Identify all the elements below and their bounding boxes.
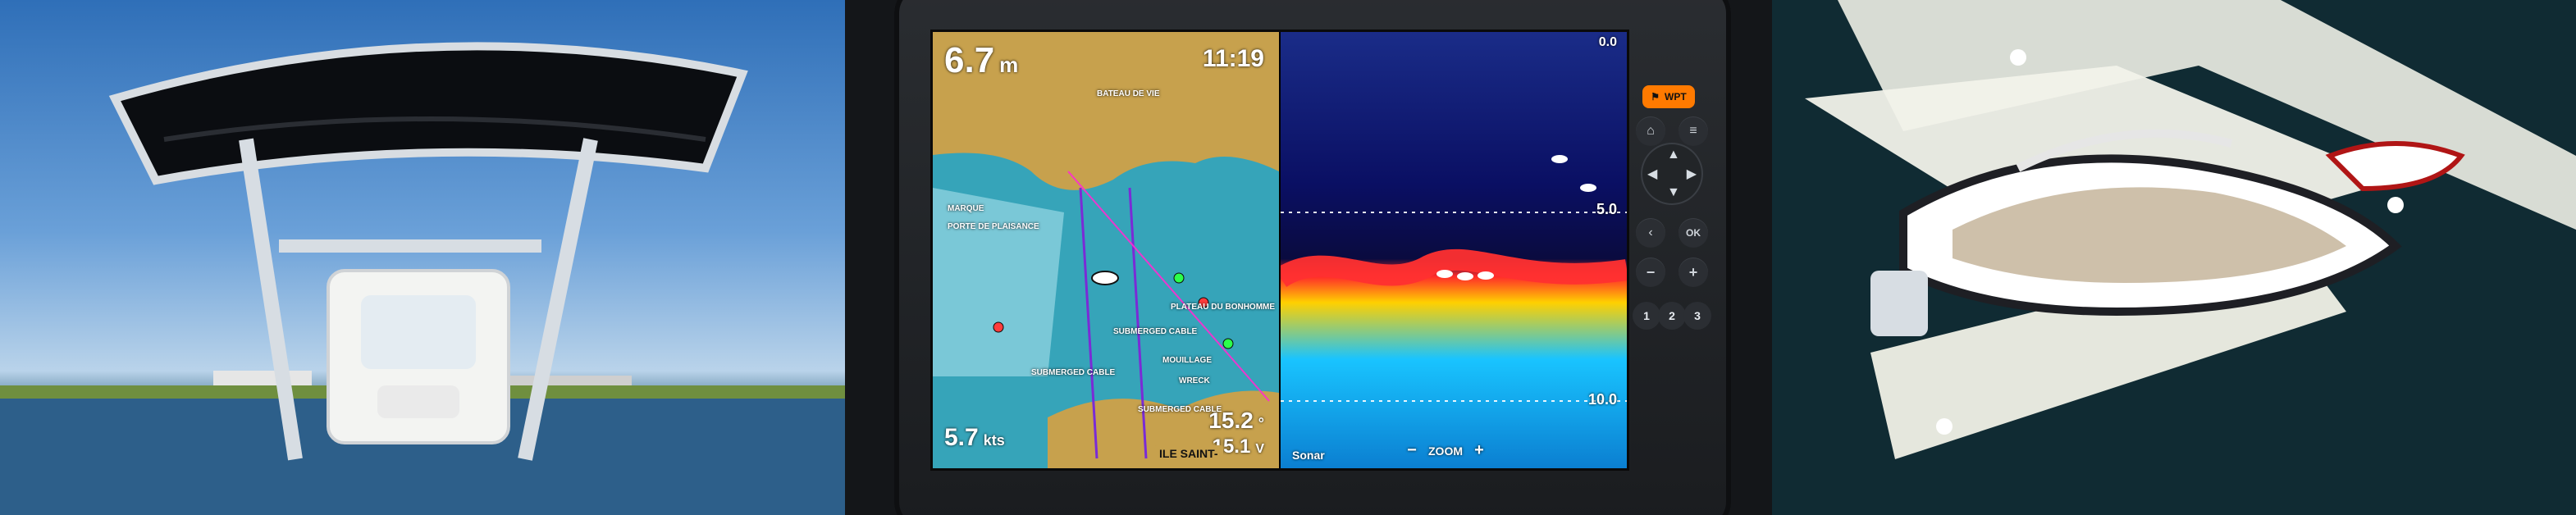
number-button-2[interactable]: 2 [1658,302,1686,330]
home-button[interactable]: ⌂ [1636,116,1665,146]
map-label: SUBMERGED CABLE [1031,368,1116,377]
plus-label: + [1688,263,1698,280]
sonar-pane: 0.0 5.0 10.0 Sonar − ZOOM + [1281,32,1627,468]
zoom-controls: − ZOOM + [1404,441,1487,460]
speed-readout: 5.7 kts [944,424,1005,452]
right-arrow-icon: ▶ [1686,167,1697,181]
map-label: PORTE DE PLAISANCE [948,222,1039,231]
dock-illustration [1772,0,2576,515]
t-top-canopy [108,42,748,185]
multifunction-display-photo: 6.7 m 11:19 5.7 kts 15.2 ° 15.1 V ILE SAINT-… [845,0,1772,515]
menu-icon: ≡ [1689,124,1697,138]
number-button-1[interactable]: 1 [1633,302,1660,330]
sonar-depth-scale-10: 10.0 [1587,391,1617,408]
menu-button[interactable]: ≡ [1679,116,1708,146]
marker-icon [1222,338,1234,349]
sonar-depth-scale-5: 5.0 [1596,201,1617,217]
boat-dock-photo [1772,0,2576,515]
heading-unit: ° [1258,415,1264,431]
speed-unit: kts [983,432,1005,449]
marker-icon [993,321,1004,333]
sonar-depth-scale-top: 0.0 [1598,35,1617,49]
shallow-water [933,188,1064,376]
fish-icon [1551,155,1568,163]
down-arrow-icon: ▼ [1667,185,1680,199]
number-label: 1 [1643,309,1650,322]
distant-houses [213,371,312,385]
boat-console-illustration [0,42,845,515]
console-panel [377,385,459,418]
back-icon: ‹ [1648,226,1653,239]
depth-value: 6.7 [944,40,995,80]
zoom-out-button[interactable]: − [1404,441,1420,460]
depth-readout: 6.7 m [944,40,1018,81]
directional-pad[interactable]: ▲ ▼ ◀ ▶ [1641,143,1703,205]
up-arrow-icon: ▲ [1667,148,1680,162]
triptych: 6.7 m 11:19 5.7 kts 15.2 ° 15.1 V ILE SAINT-… [0,0,2576,515]
mfd-screen: 6.7 m 11:19 5.7 kts 15.2 ° 15.1 V ILE SAINT-… [930,30,1629,471]
distant-houses [500,376,632,385]
mfd-unit: 6.7 m 11:19 5.7 kts 15.2 ° 15.1 V ILE SAINT-… [894,0,1731,515]
map-label: MOUILLAGE [1162,356,1212,365]
map-label: MARQUE [948,204,984,213]
dock-post [1936,418,1953,435]
back-button[interactable]: ‹ [1636,218,1665,248]
left-arrow-icon: ◀ [1647,167,1658,181]
map-label: PLATEAU DU BONHOMME [1171,303,1276,312]
map-label: WRECK [1179,376,1210,385]
ok-button[interactable]: OK [1679,218,1708,248]
map-label: BATEAU DE VIE [1097,89,1160,98]
plus-button[interactable]: + [1679,258,1708,287]
minus-label: − [1646,263,1656,280]
vessel-icon [1091,271,1119,285]
mfd-keypad: ⚑ WPT ⌂ ≡ ▲ ▼ ◀ ▶ ‹ OK − + 1 2 3 [1633,57,1711,353]
zoom-label: ZOOM [1428,444,1463,458]
nautical-chart-pane: 6.7 m 11:19 5.7 kts 15.2 ° 15.1 V ILE SAINT-… [933,32,1279,468]
speed-value: 5.7 [944,424,979,451]
number-label: 2 [1669,309,1675,322]
flag-icon: ⚑ [1651,91,1660,103]
boat-console-photo [0,0,845,515]
voltage-unit: V [1255,442,1264,456]
sonar-echogram [1281,32,1627,468]
wpt-button[interactable]: ⚑ WPT [1642,85,1695,108]
depth-unit: m [999,52,1019,77]
fish-icon [1478,271,1494,280]
place-name-label: ILE SAINT- [1154,445,1223,462]
map-label: SUBMERGED CABLE [1113,327,1198,336]
home-icon: ⌂ [1647,124,1655,138]
marker-icon [1173,272,1185,284]
number-button-3[interactable]: 3 [1683,302,1711,330]
wpt-label: WPT [1665,91,1687,103]
number-label: 3 [1694,309,1701,322]
ok-label: OK [1686,227,1701,239]
minus-button[interactable]: − [1636,258,1665,287]
time-readout: 11:19 [1202,45,1264,72]
fish-icon [1580,184,1596,192]
dock-post [2010,49,2026,66]
fish-icon [1436,270,1453,278]
sonar-mode-label: Sonar [1292,449,1325,462]
map-label: SUBMERGED CABLE [1138,405,1222,414]
outboard-motor [1870,271,1928,336]
dock-post [2387,197,2404,213]
fish-icon [1457,272,1473,280]
zoom-in-button[interactable]: + [1471,441,1487,460]
windshield [361,295,476,369]
